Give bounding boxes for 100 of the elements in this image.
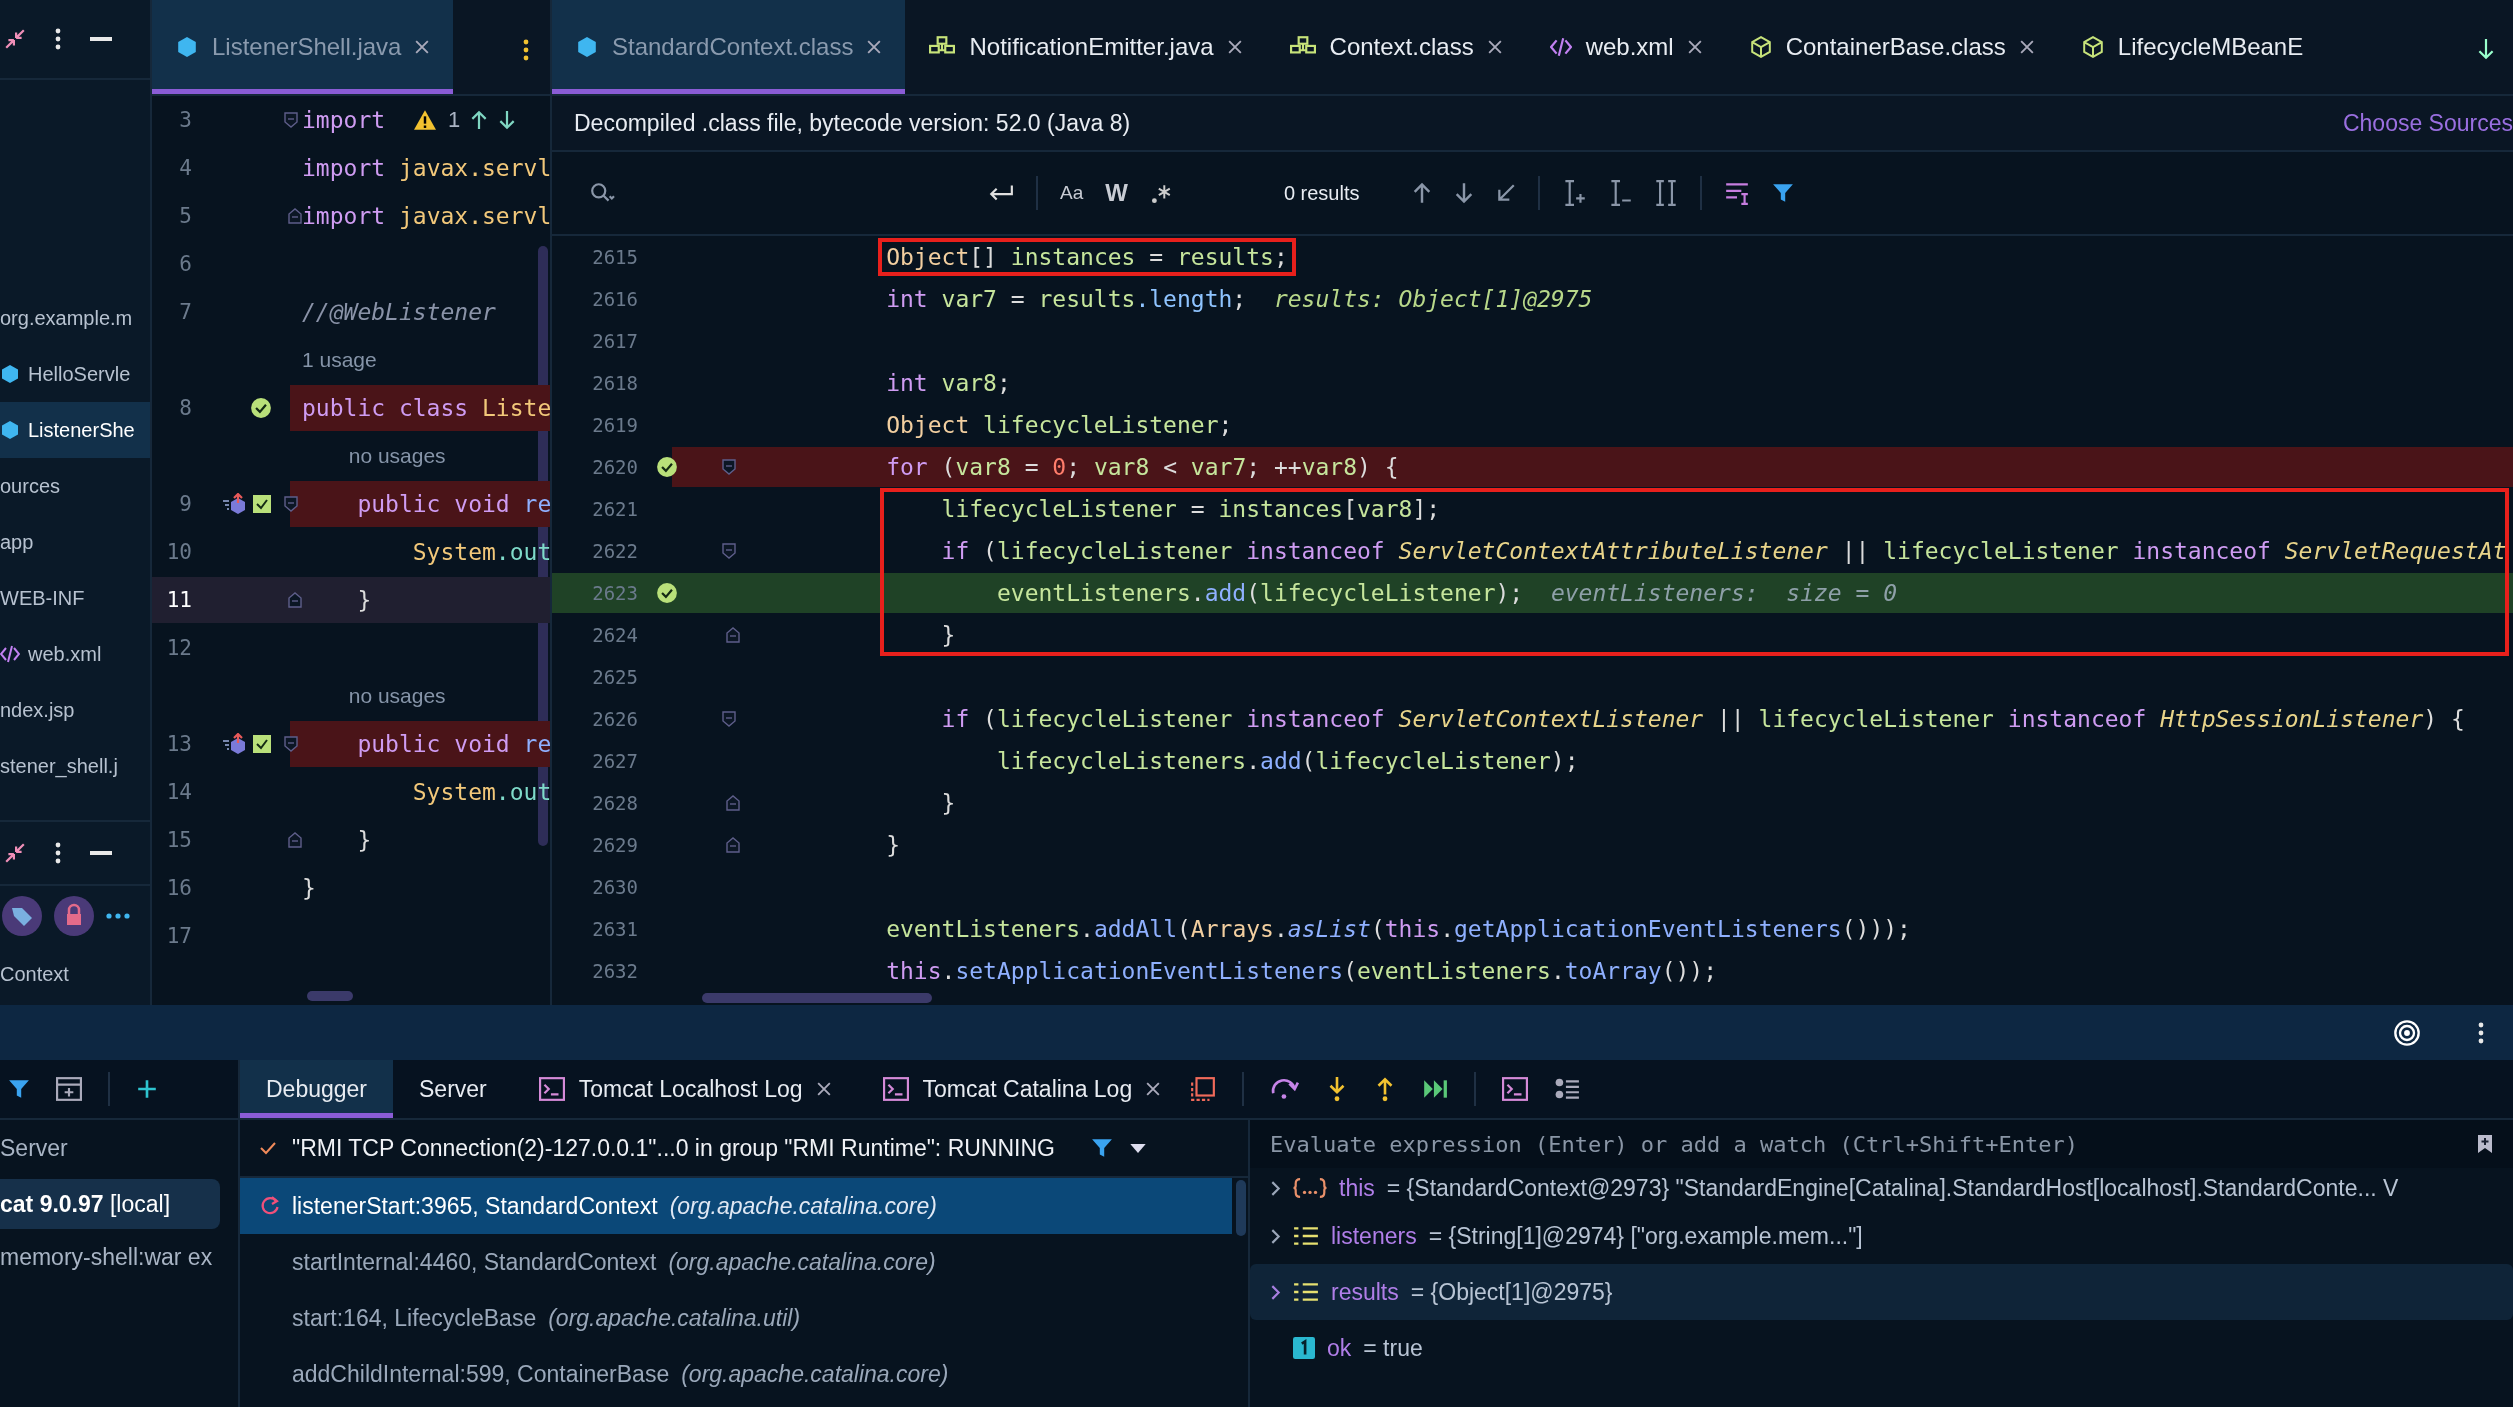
editor-tab[interactable]: web.xml (1525, 0, 1726, 94)
fold-icon[interactable] (722, 459, 736, 475)
arrow-down-icon[interactable] (1453, 182, 1474, 204)
dropdown-caret-icon[interactable] (1129, 1142, 1147, 1154)
tree-item[interactable]: ndex.jsp (0, 682, 150, 738)
tree-item[interactable]: ources (0, 458, 150, 514)
service-item[interactable]: memory-shell:war ex (0, 1232, 238, 1282)
warning-icon[interactable] (412, 109, 438, 131)
search-toggle[interactable]: W (1105, 179, 1128, 207)
close-icon[interactable] (1487, 40, 1502, 54)
variable-row[interactable]: listeners = {String[1]@2974} ["org.example.mem..."] (1250, 1208, 2513, 1264)
service-item[interactable]: cat 9.0.97 [local] (0, 1179, 220, 1229)
close-icon[interactable] (816, 1082, 831, 1096)
scrollbar[interactable] (702, 993, 932, 1003)
filter-icon[interactable] (1091, 1137, 1113, 1159)
override-icon[interactable] (222, 733, 248, 755)
lock-icon[interactable] (54, 896, 94, 936)
tree-item[interactable]: WEB-INF (0, 570, 150, 626)
tree-item[interactable]: ListenerShe (0, 402, 150, 458)
chevron-right-icon[interactable] (1270, 1283, 1281, 1301)
breakpoint-check-icon[interactable] (656, 456, 678, 478)
collapse-icon[interactable] (4, 28, 26, 50)
close-icon[interactable] (867, 40, 882, 54)
add-icon[interactable] (136, 1078, 158, 1100)
console-icon[interactable] (1502, 1077, 1529, 1101)
close-icon[interactable] (2019, 40, 2034, 54)
stack-frame[interactable]: addChildInternal:599, ContainerBase (org.apache.catalina.core) (240, 1346, 1248, 1402)
close-icon[interactable] (1146, 1082, 1161, 1096)
arrow-down-left-icon[interactable] (1495, 183, 1516, 203)
stop-icon[interactable] (1190, 1076, 1217, 1102)
collapse-icon[interactable] (4, 842, 26, 864)
fold-end-icon[interactable] (726, 627, 740, 643)
thread-selector[interactable]: "RMI TCP Connection(2)-127.0.0.1"...0 in group "RMI Runtime": RUNNING (292, 1134, 1055, 1162)
filter-icon[interactable] (8, 1078, 30, 1100)
more-icon[interactable] (2477, 1020, 2485, 1045)
panel-tab[interactable]: Debugger (240, 1060, 394, 1118)
fold-icon[interactable] (284, 496, 298, 512)
variable-row[interactable]: ok = true (1250, 1320, 2513, 1376)
fold-end-icon[interactable] (726, 795, 740, 811)
panel-tab[interactable]: Tomcat Catalina Log (856, 1060, 1187, 1118)
search-toggle[interactable]: Aa (1060, 182, 1084, 204)
fold-icon[interactable] (722, 543, 736, 559)
arrow-down-icon[interactable] (498, 110, 517, 130)
scrollbar[interactable] (307, 991, 353, 1001)
chevron-right-icon[interactable] (1270, 1179, 1281, 1197)
breakpoint-check-icon[interactable] (252, 494, 272, 514)
run-to-cursor-icon[interactable] (1422, 1078, 1449, 1100)
step-over-icon[interactable] (1270, 1078, 1301, 1100)
editor-tab[interactable]: LifecycleMBeanE (2057, 0, 2328, 94)
tree-item[interactable]: Context (0, 946, 150, 1002)
fold-end-icon[interactable] (726, 837, 740, 853)
variable-row[interactable]: this = {StandardContext@2973} "StandardEngine[Catalina].StandardHost[localhost].StandardConte... V (1250, 1168, 2513, 1208)
filter-lines-icon[interactable] (1723, 181, 1750, 205)
arrow-up-icon[interactable] (470, 110, 489, 130)
fold-icon[interactable] (284, 736, 298, 752)
bookmark-icon[interactable] (2477, 1134, 2493, 1154)
choose-sources-link[interactable]: Choose Sources (2342, 109, 2513, 137)
evaluate-field[interactable]: Evaluate expression (Enter) or add a watch (Ctrl+Shift+Enter) (1250, 1120, 2513, 1168)
arrow-up-icon[interactable] (1411, 182, 1432, 204)
usage-hint[interactable]: no usages (348, 684, 446, 707)
close-icon[interactable] (1687, 40, 1702, 54)
editor-tab[interactable]: ListenerShell.java (152, 0, 454, 94)
editor-tab[interactable]: StandardContext.class (552, 0, 906, 94)
layout-list-icon[interactable] (1554, 1077, 1581, 1101)
close-icon[interactable] (1227, 40, 1242, 54)
breakpoint-check-icon[interactable] (656, 582, 678, 604)
more-icon[interactable] (54, 841, 62, 865)
stack-frame[interactable]: listenerStart:3965, StandardContext (org.apache.catalina.core) (240, 1178, 1232, 1234)
usage-hint[interactable]: 1 usage (302, 348, 377, 371)
editor-tab[interactable]: NotificationEmitter.java (905, 0, 1266, 94)
breakpoint-check-icon[interactable] (252, 734, 272, 754)
tree-item[interactable]: web.xml (0, 626, 150, 682)
tree-item[interactable]: HelloServle (0, 346, 150, 402)
close-icon[interactable] (415, 40, 430, 54)
target-icon[interactable] (2393, 1018, 2421, 1047)
panel-tab[interactable]: Server (393, 1060, 513, 1118)
more-icon[interactable] (106, 913, 130, 919)
fold-icon[interactable] (722, 711, 736, 727)
fold-end-icon[interactable] (288, 832, 302, 848)
tree-item[interactable]: stener_shell.j (0, 738, 150, 794)
usage-hint[interactable]: no usages (348, 444, 446, 467)
tree-item[interactable]: org.example.m (0, 290, 150, 346)
chevron-right-icon[interactable] (1270, 1227, 1281, 1245)
scrollbar[interactable] (1236, 1180, 1246, 1236)
more-icon[interactable] (522, 38, 530, 62)
warning-count[interactable]: 1 (448, 107, 461, 133)
variable-row[interactable]: results = {Object[1]@2975} (1250, 1264, 2513, 1320)
regex-icon[interactable] (1149, 182, 1172, 204)
editor-tab[interactable]: ContainerBase.class (1725, 0, 2058, 94)
select-all-icon[interactable] (1653, 179, 1678, 207)
editor-tab[interactable]: Context.class (1265, 0, 1526, 94)
fold-end-icon[interactable] (288, 208, 302, 224)
new-tab-icon[interactable] (56, 1077, 82, 1101)
stack-frame[interactable]: startInternal:4460, StandardContext (org.apache.catalina.core) (240, 1234, 1248, 1290)
tree-item[interactable]: app (0, 514, 150, 570)
stack-frame[interactable]: start:164, LifecycleBase (org.apache.catalina.util) (240, 1290, 1248, 1346)
enter-icon[interactable] (988, 183, 1014, 203)
tag-icon[interactable] (2, 896, 42, 936)
fold-icon[interactable] (284, 112, 298, 128)
panel-tab[interactable]: Tomcat Localhost Log (512, 1060, 857, 1118)
